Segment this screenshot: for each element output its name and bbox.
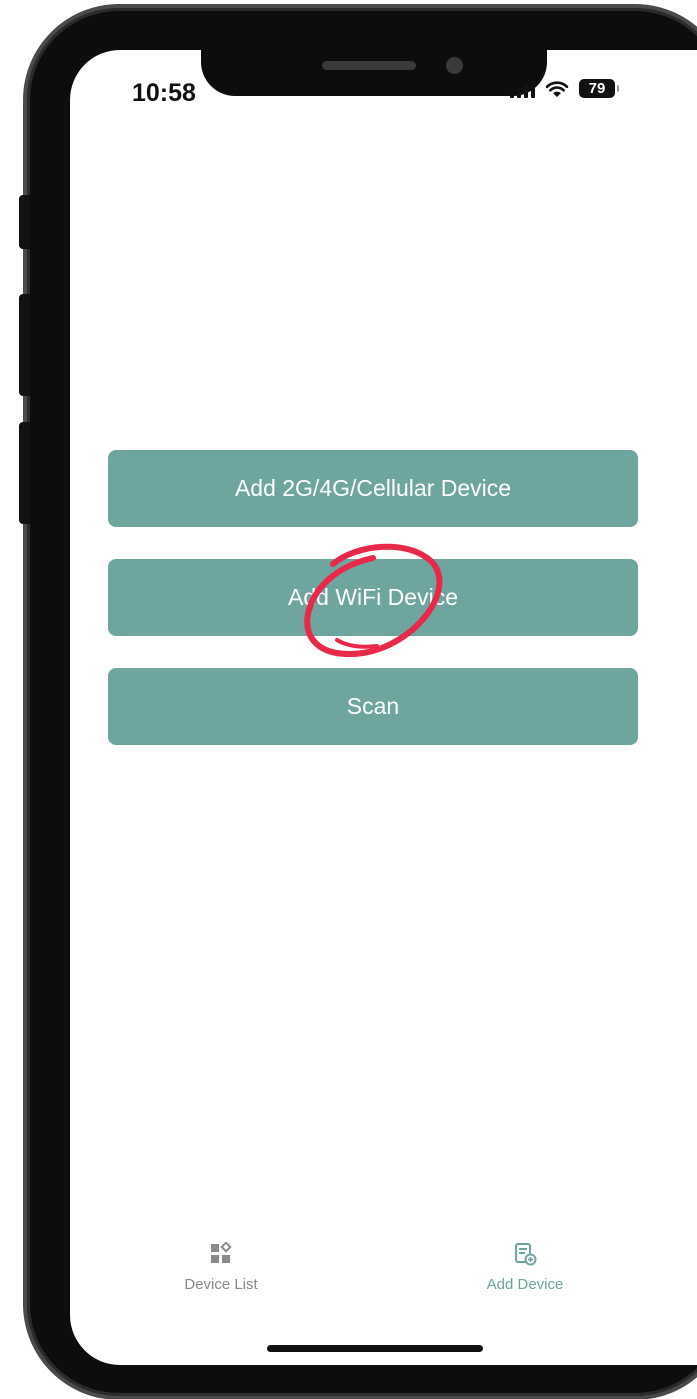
home-indicator[interactable] — [267, 1345, 483, 1352]
tab-label-add-device: Add Device — [486, 1276, 564, 1293]
wifi-icon — [545, 80, 569, 97]
signal-icon — [510, 79, 535, 98]
front-camera — [446, 57, 463, 74]
volume-down-button — [19, 422, 30, 524]
add-cellular-device-button[interactable]: Add 2G/4G/Cellular Device — [108, 450, 638, 527]
tab-device-list[interactable]: Device List — [146, 1242, 296, 1293]
device-list-icon — [211, 1242, 232, 1263]
volume-up-button — [19, 294, 30, 396]
add-wifi-device-button[interactable]: Add WiFi Device — [108, 559, 638, 636]
tab-bar: Device List Add Device — [70, 1242, 676, 1312]
speaker-grille — [322, 61, 416, 70]
app-screen: 10:58 79 Add 2G/4G/Cellular Device Add W… — [70, 50, 697, 1365]
tab-label-device-list: Device List — [184, 1276, 258, 1293]
scan-button[interactable]: Scan — [108, 668, 638, 745]
add-device-icon — [515, 1243, 537, 1266]
battery-icon: 79 — [579, 79, 619, 98]
side-button — [19, 195, 30, 249]
notch — [201, 50, 547, 96]
status-icons: 79 — [510, 79, 619, 98]
tab-add-device[interactable]: Add Device — [450, 1242, 600, 1293]
status-time: 10:58 — [132, 79, 196, 107]
